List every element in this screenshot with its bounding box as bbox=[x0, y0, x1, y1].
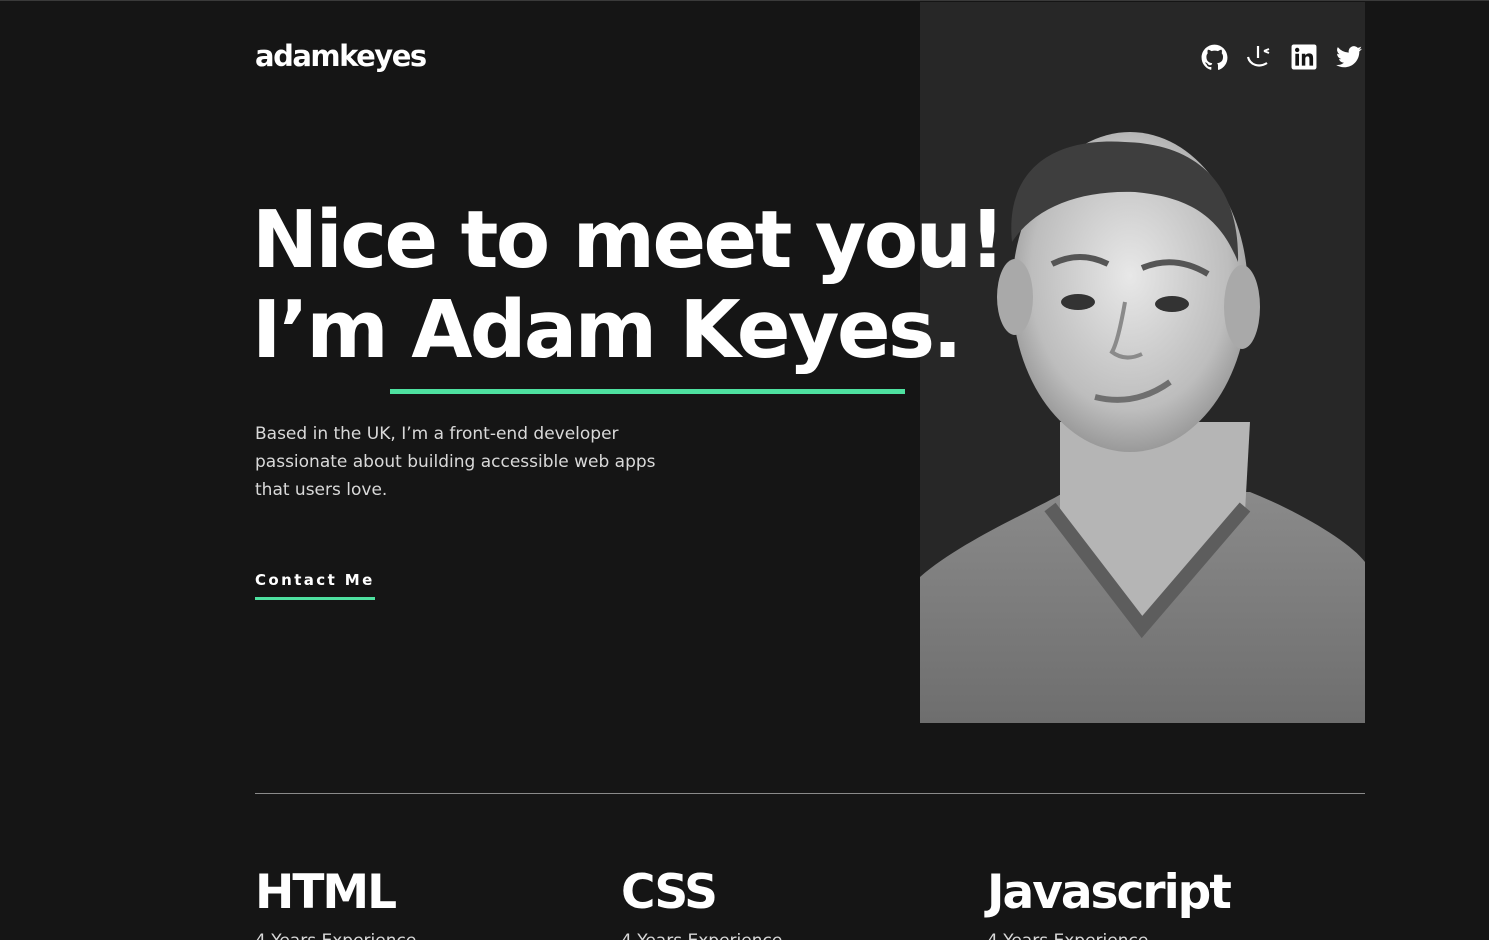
skill-experience: 4 Years Experience bbox=[255, 931, 416, 940]
skill-name: CSS bbox=[621, 865, 718, 920]
skill-javascript: Javascript 4 Years Experience bbox=[987, 863, 1232, 940]
linkedin-icon bbox=[1291, 44, 1317, 70]
skill-name: HTML bbox=[255, 865, 397, 920]
hero-intro: Based in the UK, I’m a front-end develop… bbox=[255, 424, 656, 500]
frontend-mentor-link[interactable] bbox=[1245, 43, 1273, 71]
github-link[interactable] bbox=[1200, 43, 1228, 71]
hero-heading: Nice to meet you! I’m Adam Keyes. bbox=[252, 194, 1005, 376]
hero-line-2-prefix: I’m bbox=[252, 284, 412, 376]
skill-html: HTML 4 Years Experience bbox=[255, 863, 416, 940]
twitter-link[interactable] bbox=[1335, 43, 1363, 71]
name-underline bbox=[390, 389, 905, 394]
twitter-icon bbox=[1336, 46, 1362, 68]
skill-css: CSS 4 Years Experience bbox=[621, 863, 782, 940]
hero-name: Adam Keyes. bbox=[411, 284, 962, 376]
site-logo[interactable]: adamkeyes bbox=[255, 39, 427, 73]
github-icon bbox=[1201, 44, 1227, 70]
skill-experience: 4 Years Experience bbox=[621, 931, 782, 940]
contact-me-button[interactable]: Contact Me bbox=[255, 571, 375, 600]
hero-line-1: Nice to meet you! bbox=[252, 194, 1005, 286]
skill-experience: 4 Years Experience bbox=[987, 931, 1230, 940]
frontend-mentor-icon bbox=[1246, 46, 1270, 67]
social-links bbox=[1200, 43, 1363, 71]
skill-name: Javascript bbox=[987, 865, 1232, 920]
section-divider bbox=[255, 793, 1365, 794]
linkedin-link[interactable] bbox=[1290, 43, 1318, 71]
